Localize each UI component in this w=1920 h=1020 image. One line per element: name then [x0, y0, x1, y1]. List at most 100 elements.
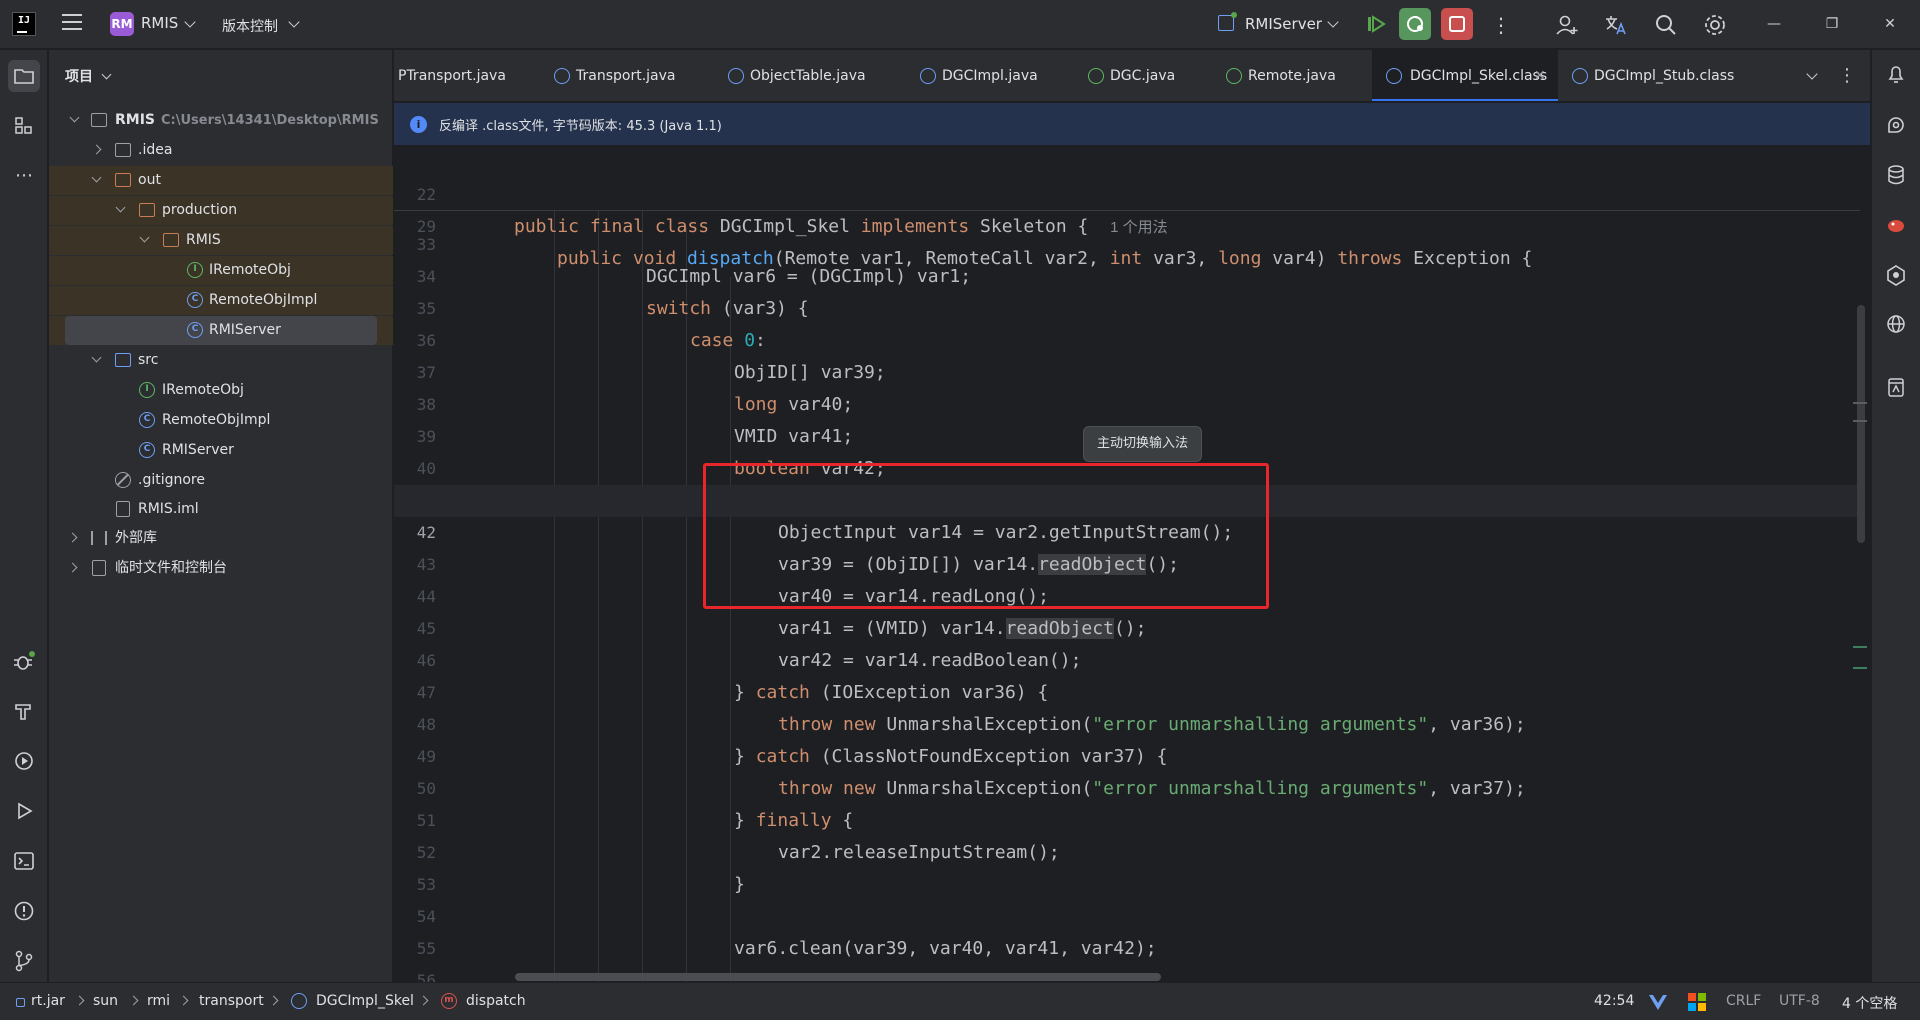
plugin-icon[interactable]: [1881, 210, 1911, 240]
class-icon: C: [139, 442, 155, 458]
debug-icon[interactable]: [1399, 8, 1431, 40]
run-config-selector[interactable]: RMIServer: [1245, 15, 1322, 33]
folder-icon: [115, 173, 131, 187]
tree-item-rmiserver-src[interactable]: C RMIServer: [49, 436, 393, 465]
project-panel-title[interactable]: 项目: [65, 66, 93, 86]
class-icon: [1572, 68, 1588, 84]
tab-objecttable[interactable]: ObjectTable.java: [728, 50, 898, 101]
services-icon[interactable]: [8, 745, 40, 777]
tree-item-production[interactable]: production: [49, 196, 393, 225]
structure-tool-icon[interactable]: [1881, 260, 1911, 290]
tree-item-out[interactable]: out: [49, 166, 393, 195]
vcs-menu[interactable]: 版本控制: [222, 16, 278, 36]
settings-icon[interactable]: [1702, 12, 1728, 38]
stop-icon[interactable]: [1441, 8, 1473, 40]
expand-arrow-icon[interactable]: [115, 202, 126, 213]
expand-arrow-icon[interactable]: [91, 352, 102, 363]
file-encoding[interactable]: UTF-8: [1779, 993, 1820, 1009]
project-badge[interactable]: RM: [110, 12, 134, 36]
tree-label: RMIS.iml: [138, 501, 199, 517]
expand-arrow-icon[interactable]: [67, 562, 78, 573]
windows-logo-icon[interactable]: [1688, 993, 1706, 1011]
build-icon[interactable]: [8, 695, 40, 727]
expand-arrow-icon[interactable]: [91, 144, 102, 155]
more-icon[interactable]: ⋮: [1838, 50, 1856, 101]
right-tool-strip: [1871, 50, 1920, 982]
more-icon[interactable]: ⋯: [8, 160, 40, 192]
expand-arrow-icon[interactable]: [69, 112, 80, 123]
tree-label: out: [138, 172, 161, 188]
expand-arrow-icon[interactable]: [67, 532, 78, 543]
add-user-icon[interactable]: [1554, 12, 1580, 38]
structure-icon[interactable]: [8, 110, 40, 142]
tree-item-rmiserver-out[interactable]: C RMIServer: [65, 316, 377, 345]
sticky-scroll-header: 22 public final class DGCImpl_Skel imple…: [394, 147, 1860, 269]
chevron-down-icon[interactable]: [184, 16, 196, 28]
tree-item-rmis-out[interactable]: RMIS: [49, 226, 393, 255]
tab-remote[interactable]: Remote.java: [1226, 50, 1366, 101]
menu-icon[interactable]: [62, 14, 82, 32]
expand-arrow-icon[interactable]: [91, 172, 102, 183]
tab-dgcimpl[interactable]: DGCImpl.java: [920, 50, 1080, 101]
usage-hint[interactable]: 1 个用法: [1110, 219, 1168, 236]
tree-item-idea[interactable]: .idea: [49, 136, 393, 165]
globe-icon[interactable]: [1881, 309, 1911, 339]
horizontal-scrollbar[interactable]: [515, 973, 1161, 981]
translate-icon[interactable]: [1603, 12, 1629, 38]
tree-item-gitignore[interactable]: .gitignore: [49, 466, 393, 495]
tree-item-rmis-root[interactable]: RMIS C:\Users\14341\Desktop\RMIS: [49, 106, 393, 135]
chevron-down-icon[interactable]: [1327, 16, 1339, 28]
breadcrumb-package[interactable]: transport: [199, 993, 264, 1009]
tree-item-src[interactable]: src: [49, 346, 393, 375]
expand-arrow-icon[interactable]: [139, 232, 150, 243]
tab-list-chevron-icon[interactable]: [1806, 68, 1818, 80]
tree-item-scratches[interactable]: 临时文件和控制台: [49, 554, 393, 583]
tree-item-external-libs[interactable]: 外部库: [49, 524, 393, 553]
breadcrumb-class[interactable]: DGCImpl_Skel: [316, 993, 414, 1009]
chevron-down-icon[interactable]: [101, 69, 112, 80]
terminal-icon[interactable]: [8, 845, 40, 877]
tree-item-rmis-iml[interactable]: RMIS.iml: [49, 495, 393, 524]
ai-icon[interactable]: [1881, 110, 1911, 140]
code-line: 36 ObjID[] var39;: [394, 293, 1860, 383]
close-icon[interactable]: ✕: [1880, 14, 1900, 34]
git-icon[interactable]: [8, 945, 40, 977]
tab-transport[interactable]: Transport.java: [554, 50, 714, 101]
run-icon[interactable]: [1359, 8, 1391, 40]
more-icon[interactable]: ⋮: [1488, 12, 1514, 38]
breadcrumb-package[interactable]: rmi: [147, 993, 170, 1009]
class-icon: [1386, 68, 1402, 84]
breadcrumb-method[interactable]: dispatch: [466, 993, 526, 1009]
problems-icon[interactable]: [8, 895, 40, 927]
folder-icon[interactable]: [8, 60, 40, 92]
indent-setting[interactable]: 4 个空格: [1842, 993, 1897, 1013]
debug-tool-icon[interactable]: [8, 645, 40, 677]
notes-icon[interactable]: [1881, 372, 1911, 402]
notifications-icon[interactable]: [1881, 59, 1911, 89]
method-icon: m: [441, 993, 457, 1009]
minimize-icon[interactable]: —: [1764, 14, 1784, 34]
tree-item-remoteobjimpl-out[interactable]: C RemoteObjImpl: [49, 286, 393, 315]
project-name[interactable]: RMIS: [141, 14, 178, 32]
caret-position[interactable]: 42:54: [1594, 993, 1634, 1009]
maximize-icon[interactable]: ❐: [1822, 14, 1842, 34]
run-tool-icon[interactable]: [8, 795, 40, 827]
tab-dgcimpl-stub[interactable]: DGCImpl_Stub.class: [1572, 50, 1772, 101]
database-icon[interactable]: [1881, 160, 1911, 190]
search-icon[interactable]: [1653, 12, 1679, 38]
folder-icon: [139, 203, 155, 217]
tree-item-remoteobjimpl-src[interactable]: C RemoteObjImpl: [49, 406, 393, 435]
vertical-scrollbar[interactable]: [1857, 305, 1865, 543]
chevron-down-icon[interactable]: [288, 16, 300, 28]
tree-item-iremoteobj-out[interactable]: I IRemoteObj: [49, 256, 393, 285]
code-text: public void dispatch(Remote var1, Remote…: [557, 248, 1533, 269]
tab-dgcimpl-skel[interactable]: DGCImpl_Skel.class ✕: [1372, 50, 1558, 101]
tab-dgc[interactable]: DGC.java: [1088, 50, 1208, 101]
tab-ptransport[interactable]: PTransport.java: [398, 50, 518, 101]
vuejs-logo-icon[interactable]: [1648, 992, 1668, 1012]
breadcrumb-package[interactable]: sun: [93, 993, 118, 1009]
tree-item-iremoteobj-src[interactable]: I IRemoteObj: [49, 376, 393, 405]
line-separator[interactable]: CRLF: [1726, 993, 1761, 1009]
breadcrumb-jar[interactable]: rt.jar: [31, 993, 65, 1009]
close-tab-icon[interactable]: ✕: [1534, 50, 1546, 101]
